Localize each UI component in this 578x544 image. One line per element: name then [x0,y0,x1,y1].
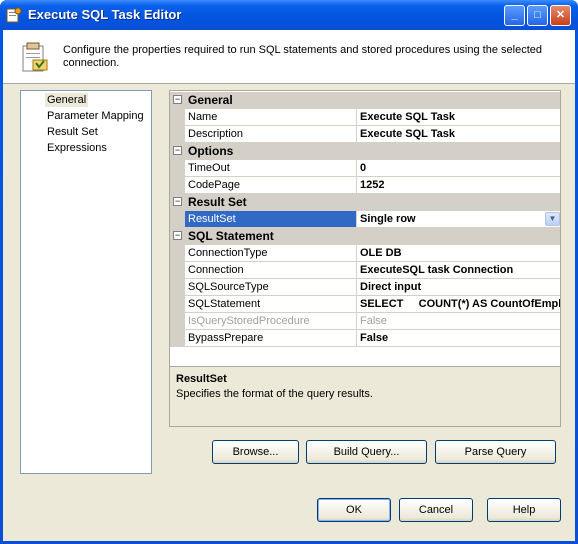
property-value[interactable]: OLE DB [357,245,560,262]
row-gutter [170,211,185,228]
category-label: Options [188,144,234,158]
title-bar[interactable]: Execute SQL Task Editor _ □ ✕ [0,0,578,30]
property-row-connection[interactable]: Connection ExecuteSQL task Connection [170,262,560,279]
collapse-icon[interactable]: − [173,146,182,155]
property-name: ConnectionType [185,245,357,262]
nav-item-general[interactable]: General [45,93,89,107]
category-general[interactable]: − General [170,92,560,109]
description-title: ResultSet [176,373,227,385]
row-gutter [170,296,185,313]
collapse-icon[interactable]: − [173,95,182,104]
row-gutter [170,126,185,143]
dropdown-value: Single row [360,213,416,225]
property-name: Name [185,109,357,126]
category-label: SQL Statement [188,229,274,243]
parse-query-button[interactable]: Parse Query [435,440,556,464]
page-nav-list: General Parameter Mapping Result Set Exp… [20,90,152,474]
property-name: TimeOut [185,160,357,177]
nav-item-expressions[interactable]: Expressions [45,141,109,155]
property-grid: − General Name Execute SQL Task Descript… [169,90,561,367]
property-row-connection-type[interactable]: ConnectionType OLE DB [170,245,560,262]
property-value[interactable]: 1252 [357,177,560,194]
chevron-down-icon[interactable]: ▼ [545,212,560,226]
property-row-sql-statement[interactable]: SQLStatement SELECT COUNT(*) AS CountOfE… [170,296,560,313]
property-value[interactable]: SELECT COUNT(*) AS CountOfEmpl [357,296,560,313]
task-editor-icon [6,7,22,23]
collapse-icon[interactable]: − [173,231,182,240]
collapse-icon[interactable]: − [173,197,182,206]
category-options[interactable]: − Options [170,143,560,160]
sql-task-icon [22,42,48,72]
property-name: IsQueryStoredProcedure [185,313,357,330]
row-gutter [170,109,185,126]
maximize-button[interactable]: □ [527,5,548,26]
property-row-codepage[interactable]: CodePage 1252 [170,177,560,194]
property-row-bypass-prepare[interactable]: BypassPrepare False [170,330,560,347]
property-value[interactable]: Execute SQL Task [357,126,560,143]
window-title: Execute SQL Task Editor [28,7,182,22]
cancel-button[interactable]: Cancel [399,498,473,522]
header-band: Configure the properties required to run… [3,30,575,84]
property-name: SQLSourceType [185,279,357,296]
property-name: BypassPrepare [185,330,357,347]
property-row-timeout[interactable]: TimeOut 0 [170,160,560,177]
ok-button[interactable]: OK [317,498,391,522]
category-label: General [188,93,233,107]
close-button[interactable]: ✕ [550,5,571,26]
row-gutter [170,262,185,279]
category-label: Result Set [188,195,247,209]
property-value: False [357,313,560,330]
nav-item-parameter-mapping[interactable]: Parameter Mapping [45,109,146,123]
nav-item-result-set[interactable]: Result Set [45,125,100,139]
property-row-resultset[interactable]: ResultSet Single row ▼ [170,211,560,228]
row-gutter [170,313,185,330]
property-value[interactable]: Direct input [357,279,560,296]
resultset-dropdown[interactable]: Single row ▼ [357,211,560,228]
property-value[interactable]: 0 [357,160,560,177]
row-gutter [170,160,185,177]
build-query-button[interactable]: Build Query... [306,440,427,464]
row-gutter [170,330,185,347]
category-sql-statement[interactable]: − SQL Statement [170,228,560,245]
property-value[interactable]: False [357,330,560,347]
property-name: Description [185,126,357,143]
row-gutter [170,279,185,296]
property-name: SQLStatement [185,296,357,313]
maximize-icon: □ [534,9,541,21]
property-row-description[interactable]: Description Execute SQL Task [170,126,560,143]
header-description: Configure the properties required to run… [63,44,542,69]
minimize-button[interactable]: _ [504,5,525,26]
description-text: Specifies the format of the query result… [176,388,373,400]
property-row-name[interactable]: Name Execute SQL Task [170,109,560,126]
category-result-set[interactable]: − Result Set [170,194,560,211]
close-icon: ✕ [555,9,566,21]
dialog-window: Execute SQL Task Editor _ □ ✕ Configure … [0,0,578,544]
property-name: ResultSet [185,211,357,228]
minimize-icon: _ [511,9,518,21]
help-button[interactable]: Help [487,498,561,522]
property-value[interactable]: Execute SQL Task [357,109,560,126]
property-name: CodePage [185,177,357,194]
property-description-panel: ResultSet Specifies the format of the qu… [169,367,561,427]
property-name: Connection [185,262,357,279]
row-gutter [170,245,185,262]
dialog-client-area: Configure the properties required to run… [3,30,575,541]
property-value[interactable]: ExecuteSQL task Connection [357,262,560,279]
property-row-sql-source-type[interactable]: SQLSourceType Direct input [170,279,560,296]
property-row-is-query-stored-procedure: IsQueryStoredProcedure False [170,313,560,330]
row-gutter [170,177,185,194]
browse-button[interactable]: Browse... [212,440,299,464]
